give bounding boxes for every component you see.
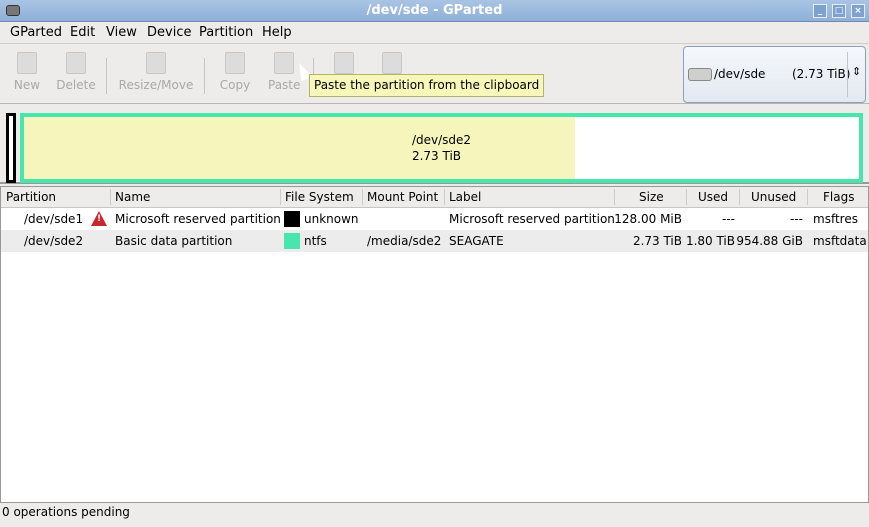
- fs-color-swatch: [284, 233, 300, 249]
- partition-block-sde2[interactable]: /dev/sde2 2.73 TiB: [20, 113, 863, 183]
- col-file-system[interactable]: File System: [285, 190, 354, 204]
- fs-cell: ntfs: [304, 234, 327, 248]
- tooltip: Paste the partition from the clipboard: [309, 74, 545, 97]
- menu-bar: GParted Edit View Device Partition Help: [0, 22, 869, 44]
- separator: [847, 52, 848, 97]
- device-selector[interactable]: /dev/sde (2.73 TiB) ⇕: [683, 46, 866, 103]
- partition-cell: /dev/sde2: [24, 234, 84, 248]
- status-bar: 0 operations pending: [2, 505, 130, 519]
- size-cell: 128.00 MiB: [614, 212, 682, 226]
- partition-block-name: /dev/sde2: [411, 133, 472, 147]
- used-cell: 1.80 TiB: [685, 234, 735, 248]
- new-icon: [17, 52, 37, 74]
- menu-edit[interactable]: Edit: [70, 25, 95, 40]
- close-button[interactable]: ×: [851, 4, 865, 18]
- resize-move-button[interactable]: Resize/Move: [118, 52, 194, 92]
- copy-button[interactable]: Copy: [219, 52, 251, 92]
- name-cell: Microsoft reserved partition: [115, 212, 281, 226]
- copy-icon: [225, 52, 245, 74]
- col-partition[interactable]: Partition: [6, 190, 56, 204]
- title-bar: /dev/sde - GParted _ □ ×: [0, 0, 869, 22]
- col-mount-point[interactable]: Mount Point: [367, 190, 438, 204]
- paste-icon: [274, 52, 294, 74]
- partition-cell: /dev/sde1: [24, 212, 84, 226]
- device-name: /dev/sde: [714, 67, 766, 81]
- partition-block-size: 2.73 TiB: [411, 149, 462, 163]
- name-cell: Basic data partition: [115, 234, 233, 248]
- used-cell: ---: [722, 212, 735, 226]
- col-size[interactable]: Size: [639, 190, 664, 204]
- paste-button[interactable]: Paste: [268, 52, 300, 92]
- col-unused[interactable]: Unused: [751, 190, 796, 204]
- window-title: /dev/sde - GParted: [366, 3, 503, 18]
- warning-icon: !: [91, 211, 107, 226]
- fs-color-swatch: [284, 211, 300, 227]
- new-button[interactable]: New: [12, 52, 42, 92]
- col-used[interactable]: Used: [698, 190, 728, 204]
- unused-cell: 954.88 GiB: [736, 234, 803, 248]
- table-header: Partition Name File System Mount Point L…: [1, 187, 868, 208]
- unused-cell: ---: [790, 212, 803, 226]
- resize-label: Resize/Move: [118, 78, 194, 92]
- minimize-button[interactable]: _: [813, 4, 827, 18]
- menu-view[interactable]: View: [106, 25, 137, 40]
- col-name[interactable]: Name: [115, 190, 150, 204]
- disk-map: /dev/sde2 2.73 TiB: [0, 104, 869, 184]
- flags-cell: msftres: [813, 212, 858, 226]
- resize-icon: [146, 52, 166, 74]
- label-cell: SEAGATE: [449, 234, 504, 248]
- table-row[interactable]: /dev/sde2 Basic data partition ntfs /med…: [1, 230, 868, 252]
- apply-check-icon: [382, 52, 402, 74]
- mount-cell: /media/sde2: [367, 234, 442, 248]
- partition-block-sde1[interactable]: [6, 113, 16, 183]
- flags-cell: msftdata: [813, 234, 867, 248]
- menu-device[interactable]: Device: [147, 25, 191, 40]
- undo-icon: [334, 52, 354, 74]
- menu-partition[interactable]: Partition: [199, 25, 253, 40]
- size-cell: 2.73 TiB: [632, 234, 682, 248]
- menu-gparted[interactable]: GParted: [10, 25, 62, 40]
- col-flags[interactable]: Flags: [823, 190, 854, 204]
- chevron-up-down-icon: ⇕: [852, 65, 862, 78]
- maximize-button[interactable]: □: [832, 4, 846, 18]
- hard-disk-icon: [688, 68, 712, 81]
- col-label[interactable]: Label: [449, 190, 481, 204]
- separator: [106, 58, 107, 94]
- separator: [204, 58, 205, 94]
- delete-icon: [66, 52, 86, 74]
- fs-cell: unknown: [304, 212, 359, 226]
- delete-label: Delete: [56, 78, 96, 92]
- copy-label: Copy: [219, 78, 251, 92]
- new-label: New: [13, 78, 41, 92]
- table-row[interactable]: /dev/sde1 ! Microsoft reserved partition…: [1, 208, 868, 230]
- device-size: (2.73 TiB): [792, 67, 851, 81]
- menu-help[interactable]: Help: [262, 25, 292, 40]
- partition-table: Partition Name File System Mount Point L…: [0, 186, 869, 503]
- paste-label: Paste: [268, 78, 301, 92]
- label-cell: Microsoft reserved partition: [449, 212, 615, 226]
- delete-button[interactable]: Delete: [56, 52, 96, 92]
